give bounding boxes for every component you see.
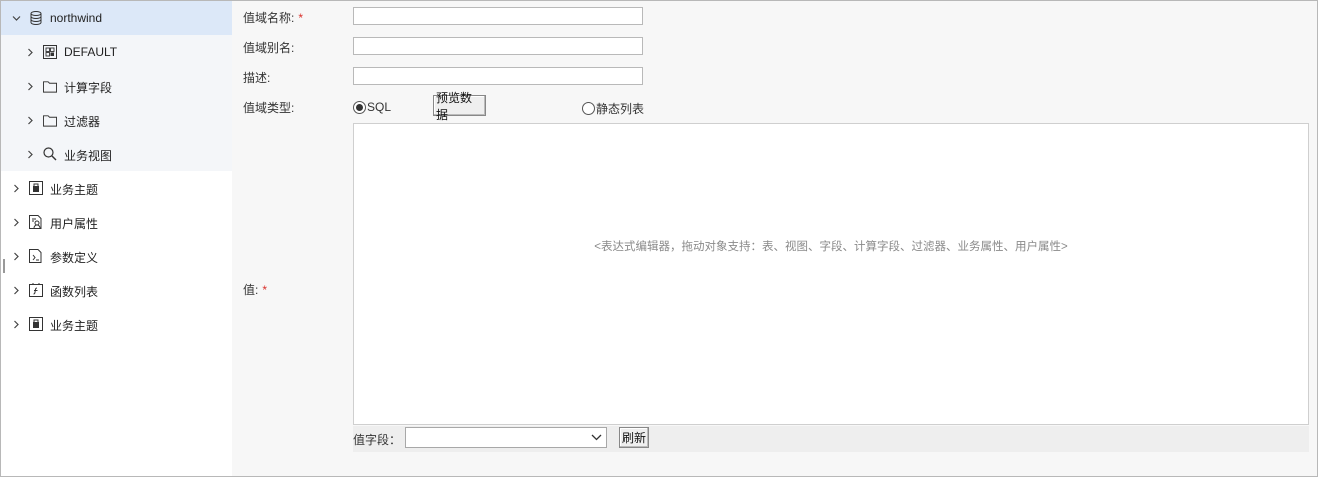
chevron-right-icon[interactable] <box>11 319 21 329</box>
domain-type-label: 值域类型: <box>243 101 295 115</box>
table-icon <box>43 45 57 59</box>
tree-item-user-attributes[interactable]: 用户属性 <box>1 205 232 239</box>
tree-item-label: 业务视图 <box>64 149 113 163</box>
database-icon <box>29 11 43 25</box>
left-splitter-handle[interactable] <box>3 259 5 273</box>
chevron-right-icon[interactable] <box>25 149 35 159</box>
chevron-right-icon[interactable] <box>11 285 21 295</box>
chevron-right-icon[interactable] <box>11 183 21 193</box>
tree-item-business-topic[interactable]: 业务主题 <box>1 171 232 205</box>
radio-sql-circle[interactable] <box>353 100 366 114</box>
tree-item-calculated-fields[interactable]: 计算字段 <box>1 69 232 103</box>
folder-icon <box>43 113 57 127</box>
description-input[interactable] <box>353 67 643 85</box>
preview-data-button[interactable]: 预览数据 <box>433 91 486 122</box>
description-label: 描述: <box>243 71 271 85</box>
chevron-right-icon[interactable] <box>25 47 35 57</box>
tree-item-label: 过滤器 <box>64 115 101 129</box>
tree-item-default[interactable]: DEFAULT <box>1 35 232 69</box>
radio-sql-label: SQL <box>367 100 392 114</box>
chevron-right-icon[interactable] <box>11 251 21 261</box>
tree-item-label: 函数列表 <box>50 285 99 299</box>
tree-item-label: northwind <box>50 11 103 25</box>
parameter-icon <box>29 249 43 263</box>
required-mark: * <box>262 283 268 297</box>
editor-placeholder: <表达式编辑器，拖动对象支持：表、视图、字段、计算字段、过滤器、业务属性、用户属… <box>594 241 1068 253</box>
sidebar-tree: northwind DEFAULT 计算字段 过滤器 业务视图 业务主题 用户属… <box>1 1 232 476</box>
tree-item-label: 计算字段 <box>64 81 113 95</box>
expression-editor[interactable]: <表达式编辑器，拖动对象支持：表、视图、字段、计算字段、过滤器、业务属性、用户属… <box>353 123 1309 425</box>
folder-icon <box>43 79 57 93</box>
radio-sql[interactable]: SQL <box>353 100 391 114</box>
business-topic-icon <box>29 181 43 195</box>
value-field-select[interactable] <box>405 427 607 448</box>
radio-static-circle[interactable] <box>582 102 595 115</box>
chevron-down-icon <box>590 431 602 443</box>
chevron-right-icon[interactable] <box>25 81 35 91</box>
chevron-right-icon[interactable] <box>11 217 21 227</box>
radio-static-label: 静态列表 <box>596 102 645 116</box>
tree-item-northwind[interactable]: northwind <box>1 1 232 35</box>
domain-name-input[interactable] <box>353 7 643 25</box>
function-icon <box>29 283 43 297</box>
refresh-button[interactable]: 刷新 <box>619 427 649 448</box>
radio-static-list[interactable]: 静态列表 <box>582 100 644 117</box>
value-field-label: 值字段： <box>353 433 402 447</box>
tree-item-business-topic-2[interactable]: 业务主题 <box>1 307 232 341</box>
tree-item-filters[interactable]: 过滤器 <box>1 103 232 137</box>
search-icon <box>43 147 57 161</box>
value-label: 值: * <box>243 283 268 297</box>
chevron-right-icon[interactable] <box>25 115 35 125</box>
tree-item-label: DEFAULT <box>64 45 118 59</box>
tree-item-label: 业务主题 <box>50 183 99 197</box>
domain-alias-input[interactable] <box>353 37 643 55</box>
business-topic-icon <box>29 317 43 331</box>
domain-editor-form: 值域名称: * 值域别名: 描述: 值域类型: SQL 预览数据 静态列表 值: *… <box>232 1 1317 476</box>
name-label: 值域名称: * <box>243 11 304 25</box>
tree-item-label: 业务主题 <box>50 319 99 333</box>
required-mark: * <box>298 11 304 25</box>
user-attribute-icon <box>29 215 43 229</box>
tree-item-label: 用户属性 <box>50 217 99 231</box>
tree-item-label: 参数定义 <box>50 251 99 265</box>
tree-item-business-views[interactable]: 业务视图 <box>1 137 232 171</box>
tree-item-function-list[interactable]: 函数列表 <box>1 273 232 307</box>
tree-item-parameter-definitions[interactable]: 参数定义 <box>1 239 232 273</box>
value-field-bar: 值字段： 刷新 <box>353 426 1309 452</box>
chevron-down-icon[interactable] <box>11 13 21 23</box>
alias-label: 值域别名: <box>243 41 295 55</box>
